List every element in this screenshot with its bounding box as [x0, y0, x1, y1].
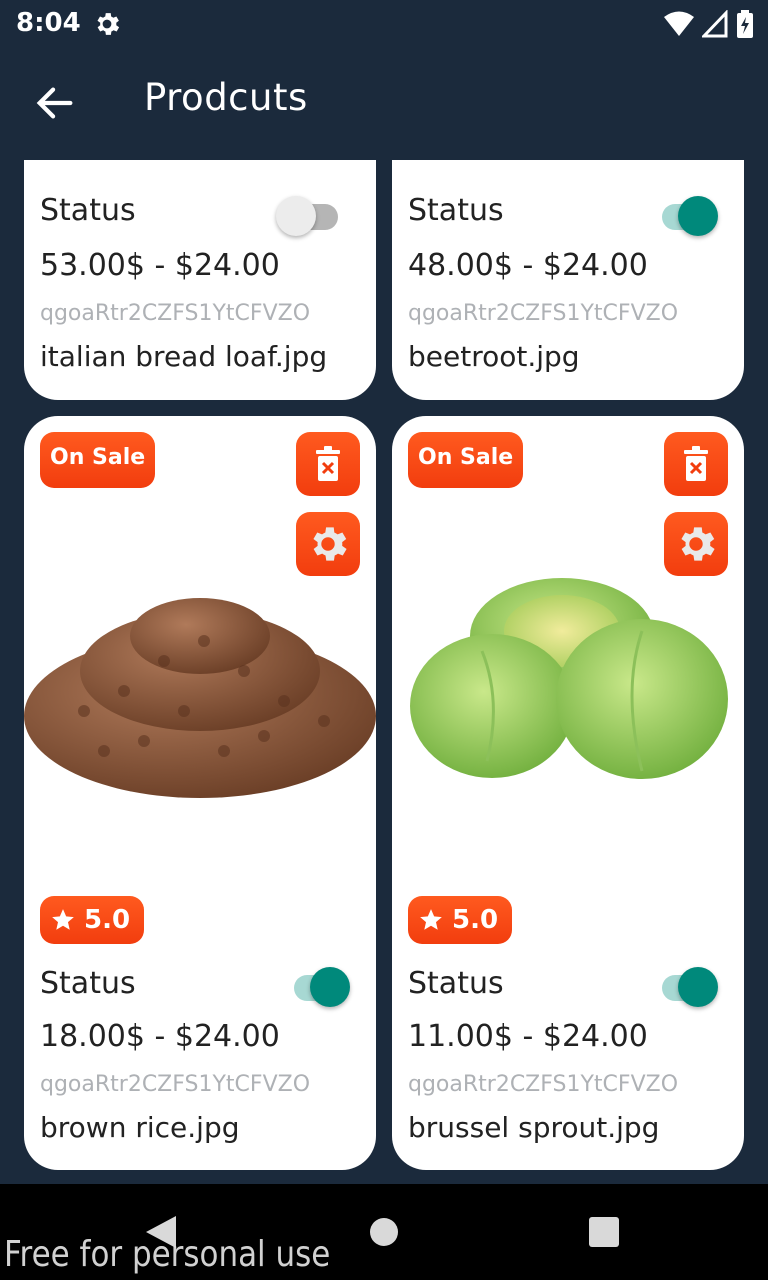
settings-gear-icon: [97, 13, 120, 35]
nav-home-icon[interactable]: [369, 1217, 399, 1247]
product-card[interactable]: Status 48.00$ - $24.00 qgoaRtr2CZFS1YtCF…: [392, 160, 744, 400]
status-icons: [664, 10, 754, 38]
product-id: qgoaRtr2CZFS1YtCFVZO: [40, 301, 311, 326]
rating-badge: 5.0: [40, 896, 145, 944]
product-card[interactable]: On Sale: [24, 416, 376, 1170]
status-toggle[interactable]: [652, 964, 722, 1010]
trash-icon: [316, 446, 340, 481]
status-label: Status: [40, 193, 136, 228]
star-icon: [420, 909, 442, 930]
status-label: Status: [408, 193, 504, 228]
status-label: Status: [408, 966, 504, 1001]
product-card[interactable]: On Sale: [392, 416, 744, 1170]
product-filename: beetroot.jpg: [408, 340, 580, 373]
product-id: qgoaRtr2CZFS1YtCFVZO: [40, 1072, 311, 1097]
page-title: Prodcuts: [144, 76, 308, 119]
product-grid[interactable]: Status 53.00$ - $24.00 qgoaRtr2CZFS1YtCF…: [0, 160, 768, 1184]
product-filename: brussel sprout.jpg: [408, 1111, 660, 1144]
product-filename: brown rice.jpg: [40, 1111, 240, 1144]
price-range: 53.00$ - $24.00: [40, 248, 280, 283]
back-arrow-icon[interactable]: [32, 80, 78, 126]
price-range: 48.00$ - $24.00: [408, 248, 648, 283]
product-image-cabbage: [410, 578, 728, 779]
status-toggle[interactable]: [276, 193, 346, 239]
wifi-icon: [664, 11, 694, 36]
watermark-text: Free for personal use: [4, 1234, 331, 1275]
status-bar: 8:04: [0, 0, 768, 48]
sale-badge: On Sale: [408, 432, 524, 488]
battery-icon: [737, 10, 753, 38]
price-range: 11.00$ - $24.00: [408, 1019, 648, 1054]
product-id: qgoaRtr2CZFS1YtCFVZO: [408, 301, 679, 326]
trash-icon: [684, 446, 708, 481]
rating-value: 5.0: [84, 905, 131, 935]
nav-recents-icon[interactable]: [589, 1217, 619, 1247]
product-image-rice: [24, 598, 376, 798]
product-card[interactable]: Status 53.00$ - $24.00 qgoaRtr2CZFS1YtCF…: [24, 160, 376, 400]
status-toggle[interactable]: [284, 964, 354, 1010]
star-icon: [52, 909, 74, 930]
delete-button[interactable]: [664, 432, 728, 496]
product-id: qgoaRtr2CZFS1YtCFVZO: [408, 1072, 679, 1097]
price-range: 18.00$ - $24.00: [40, 1019, 280, 1054]
sale-badge: On Sale: [40, 432, 156, 488]
cellular-signal-icon: [702, 10, 728, 38]
app-bar: Prodcuts: [0, 48, 768, 160]
product-filename: italian bread loaf.jpg: [40, 340, 328, 373]
rating-value: 5.0: [452, 905, 499, 935]
status-label: Status: [40, 966, 136, 1001]
rating-badge: 5.0: [408, 896, 513, 944]
status-time: 8:04: [16, 8, 81, 38]
delete-button[interactable]: [296, 432, 360, 496]
status-toggle[interactable]: [652, 193, 722, 239]
